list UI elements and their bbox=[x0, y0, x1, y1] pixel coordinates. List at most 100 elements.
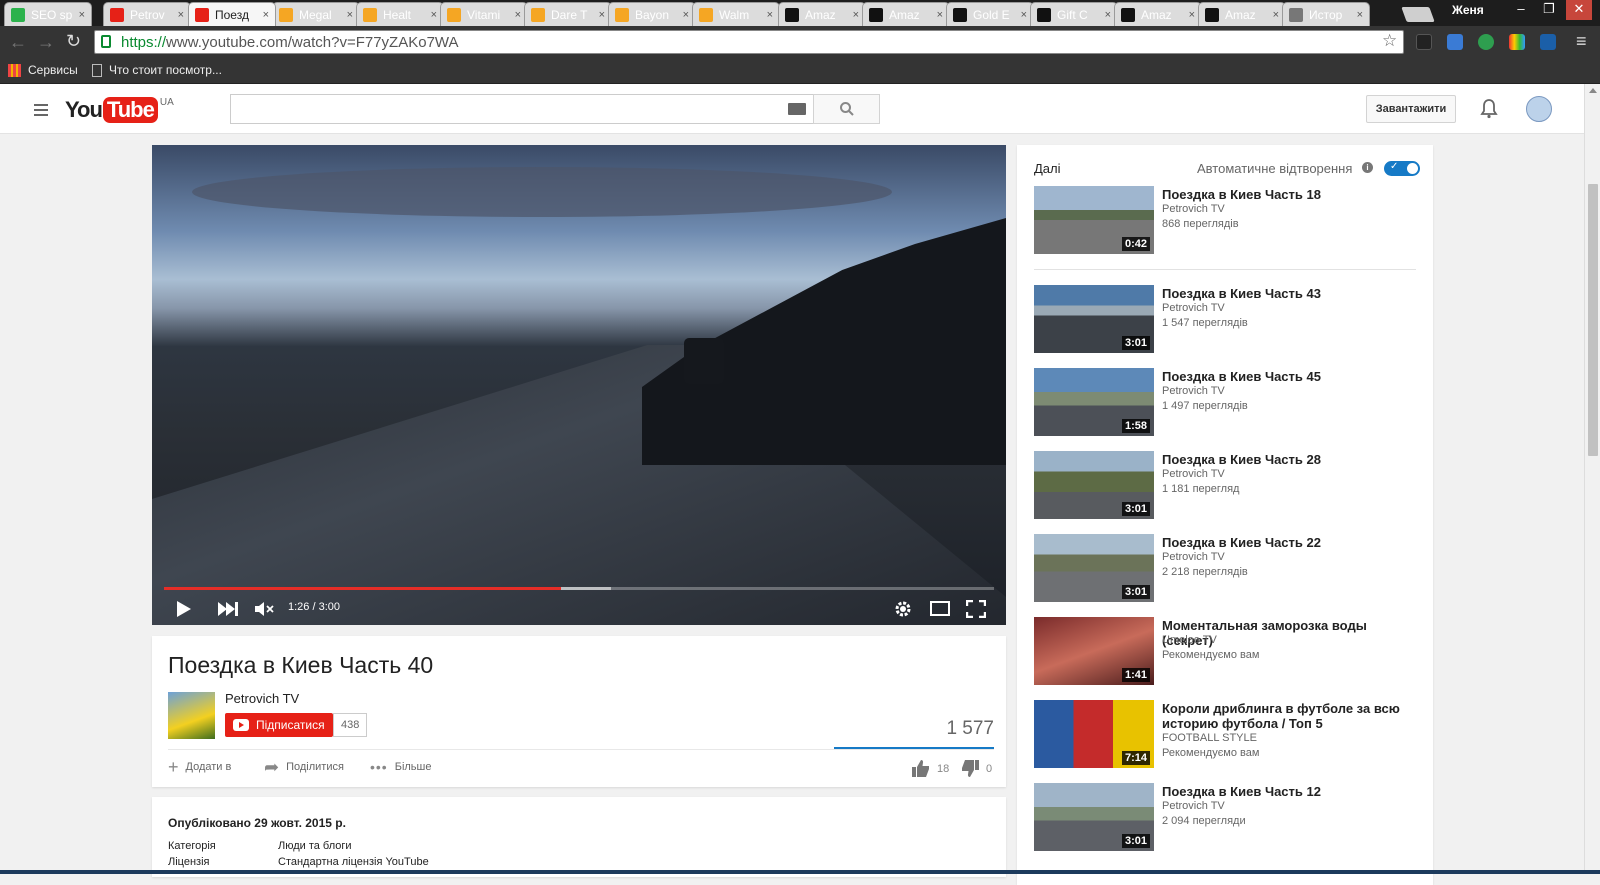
recommendation-title[interactable]: Поездка в Киев Часть 45 bbox=[1162, 369, 1416, 384]
browser-tab[interactable]: Amaz × bbox=[778, 2, 866, 26]
recommendation-title[interactable]: Короли дриблинга в футболе за всю истори… bbox=[1162, 701, 1416, 731]
close-tab-icon[interactable]: × bbox=[1357, 9, 1363, 21]
close-tab-icon[interactable]: × bbox=[853, 9, 859, 21]
browser-tab[interactable]: Amaz × bbox=[1198, 2, 1286, 26]
close-tab-icon[interactable]: × bbox=[263, 9, 269, 21]
browser-tab[interactable]: Petrov × bbox=[103, 2, 191, 26]
upload-button[interactable]: Завантажити bbox=[1366, 95, 1456, 123]
lock-icon[interactable] bbox=[101, 35, 111, 48]
browser-menu-icon[interactable]: ≡ bbox=[1576, 31, 1587, 52]
autoplay-toggle[interactable]: ✓ bbox=[1384, 161, 1420, 176]
next-icon[interactable] bbox=[218, 602, 238, 616]
bookmark-apps[interactable]: Сервисы bbox=[8, 63, 78, 77]
subscribe-button[interactable]: Підписатися bbox=[225, 713, 333, 737]
video-player[interactable] bbox=[152, 145, 1006, 625]
recommendation-item[interactable]: 0:42 Поездка в Киев Часть 18 Petrovich TV 8… bbox=[1034, 186, 1416, 255]
close-tab-icon[interactable]: × bbox=[767, 9, 773, 21]
browser-tab[interactable]: Vitami × bbox=[440, 2, 528, 26]
close-tab-icon[interactable]: × bbox=[347, 9, 353, 21]
dislike-button[interactable]: 0 bbox=[961, 760, 992, 777]
close-tab-icon[interactable]: × bbox=[1273, 9, 1279, 21]
close-tab-icon[interactable]: × bbox=[79, 9, 85, 21]
channel-avatar[interactable] bbox=[168, 692, 215, 739]
close-tab-icon[interactable]: × bbox=[937, 9, 943, 21]
browser-tab[interactable]: Megal × bbox=[272, 2, 360, 26]
video-thumbnail[interactable]: 0:42 bbox=[1034, 186, 1154, 254]
browser-tab[interactable]: Gift C × bbox=[1030, 2, 1118, 26]
back-icon[interactable]: ← bbox=[9, 32, 27, 53]
scroll-up-arrow-icon[interactable] bbox=[1589, 88, 1597, 93]
theater-mode-icon[interactable] bbox=[930, 601, 950, 616]
browser-tab[interactable]: Поезд × bbox=[188, 2, 276, 26]
extension-icon[interactable] bbox=[1540, 34, 1556, 50]
recommendation-title[interactable]: Поездка в Киев Часть 22 bbox=[1162, 535, 1416, 550]
video-thumbnail[interactable]: 3:01 bbox=[1034, 534, 1154, 602]
close-tab-icon[interactable]: × bbox=[515, 9, 521, 21]
extension-icon[interactable] bbox=[1447, 34, 1463, 50]
new-tab-button[interactable] bbox=[1401, 7, 1435, 22]
youtube-logo[interactable]: You Tube UA bbox=[65, 97, 174, 123]
like-button[interactable]: 18 bbox=[912, 760, 949, 777]
more-button[interactable]: ••• Більше bbox=[370, 760, 431, 774]
close-tab-icon[interactable]: × bbox=[431, 9, 437, 21]
browser-tab[interactable]: Amaz × bbox=[862, 2, 950, 26]
notifications-bell-icon[interactable] bbox=[1480, 99, 1498, 119]
play-icon[interactable] bbox=[176, 600, 192, 618]
search-button[interactable] bbox=[813, 94, 880, 124]
meta-value-category[interactable]: Люди та блоги bbox=[278, 840, 352, 852]
recommendation-item[interactable]: 1:41 Моментальная заморозка воды (секрет)… bbox=[1034, 617, 1416, 686]
minimize-icon[interactable]: – bbox=[1508, 0, 1534, 20]
extension-icon[interactable] bbox=[1416, 34, 1432, 50]
browser-tab[interactable]: Истор × bbox=[1282, 2, 1370, 26]
browser-tab[interactable]: Bayon × bbox=[608, 2, 696, 26]
extension-icon[interactable] bbox=[1509, 34, 1525, 50]
video-thumbnail[interactable]: 3:01 bbox=[1034, 451, 1154, 519]
close-tab-icon[interactable]: × bbox=[178, 9, 184, 21]
bookmark-folder[interactable]: Что стоит посмотр... bbox=[92, 63, 222, 77]
video-thumbnail[interactable]: 3:01 bbox=[1034, 285, 1154, 353]
video-thumbnail[interactable]: 1:58 bbox=[1034, 368, 1154, 436]
close-tab-icon[interactable]: × bbox=[683, 9, 689, 21]
bookmark-star-icon[interactable]: ☆ bbox=[1382, 31, 1397, 51]
extension-icon[interactable] bbox=[1478, 34, 1494, 50]
info-icon[interactable]: i bbox=[1362, 162, 1373, 173]
close-tab-icon[interactable]: × bbox=[1021, 9, 1027, 21]
recommendation-title[interactable]: Поездка в Киев Часть 28 bbox=[1162, 452, 1416, 467]
page-scrollbar[interactable] bbox=[1584, 84, 1600, 874]
settings-gear-icon[interactable] bbox=[894, 600, 912, 618]
recommendation-item[interactable]: 3:01 Поездка в Киев Часть 28 Petrovich TV 1… bbox=[1034, 451, 1416, 520]
browser-tab[interactable]: SEO sp × bbox=[4, 2, 92, 26]
close-window-icon[interactable]: ✕ bbox=[1566, 0, 1592, 20]
browser-tab[interactable]: Amaz × bbox=[1114, 2, 1202, 26]
search-input[interactable] bbox=[230, 94, 814, 124]
address-bar[interactable]: https://www.youtube.com/watch?v=F77yZAKo… bbox=[94, 30, 1404, 54]
restore-icon[interactable]: ❐ bbox=[1536, 0, 1562, 20]
guide-menu-icon[interactable] bbox=[34, 104, 48, 119]
video-thumbnail[interactable]: 3:01 bbox=[1034, 783, 1154, 851]
recommendation-item[interactable]: 3:01 Поездка в Киев Часть 43 Petrovich TV 1… bbox=[1034, 285, 1416, 354]
keyboard-icon[interactable] bbox=[788, 103, 806, 115]
close-tab-icon[interactable]: × bbox=[1105, 9, 1111, 21]
close-tab-icon[interactable]: × bbox=[599, 9, 605, 21]
browser-tab[interactable]: Gold E × bbox=[946, 2, 1034, 26]
recommendation-item[interactable]: 7:14 Короли дриблинга в футболе за всю ис… bbox=[1034, 700, 1416, 769]
recommendation-title[interactable]: Поездка в Киев Часть 43 bbox=[1162, 286, 1416, 301]
recommendation-item[interactable]: 1:58 Поездка в Киев Часть 45 Petrovich TV 1… bbox=[1034, 368, 1416, 437]
close-tab-icon[interactable]: × bbox=[1189, 9, 1195, 21]
browser-tab[interactable]: Dare T × bbox=[524, 2, 612, 26]
account-avatar[interactable] bbox=[1526, 96, 1552, 122]
progress-bar[interactable] bbox=[164, 587, 994, 590]
recommendation-title[interactable]: Поездка в Киев Часть 18 bbox=[1162, 187, 1416, 202]
video-thumbnail[interactable]: 7:14 bbox=[1034, 700, 1154, 768]
browser-tab[interactable]: Healt × bbox=[356, 2, 444, 26]
add-to-button[interactable]: + Додати в bbox=[168, 758, 231, 776]
channel-name-link[interactable]: Petrovich TV bbox=[225, 691, 299, 706]
video-thumbnail[interactable]: 1:41 bbox=[1034, 617, 1154, 685]
reload-icon[interactable]: ↻ bbox=[66, 31, 81, 52]
browser-user-name[interactable]: Женя bbox=[1452, 3, 1484, 17]
recommendation-item[interactable]: 3:01 Поездка в Киев Часть 12 Petrovich TV 2… bbox=[1034, 783, 1416, 852]
browser-tab[interactable]: Walm × bbox=[692, 2, 780, 26]
scrollbar-thumb[interactable] bbox=[1588, 184, 1598, 456]
fullscreen-icon[interactable] bbox=[966, 600, 986, 618]
forward-icon[interactable]: → bbox=[37, 32, 55, 53]
